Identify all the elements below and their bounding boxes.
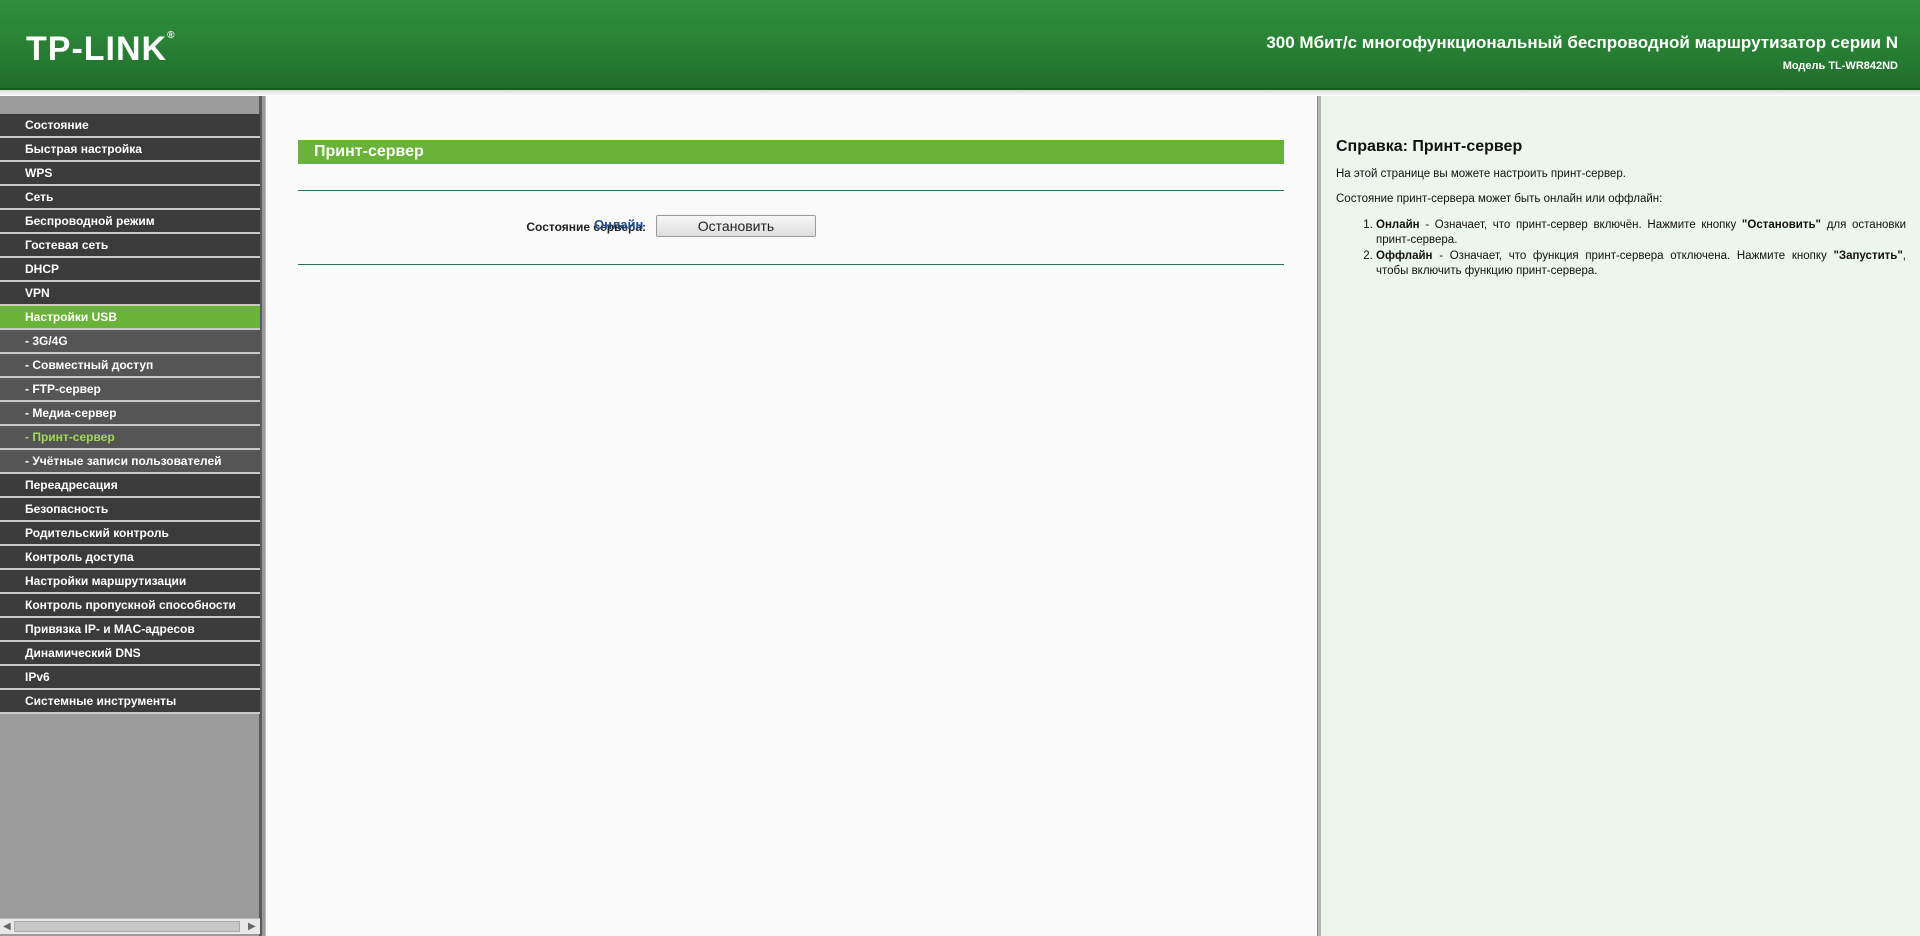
sidebar-item-status[interactable]: Состояние — [0, 114, 260, 138]
help-states-intro: Состояние принт-сервера может быть онлай… — [1336, 193, 1663, 205]
sidebar-item-ip-mac-binding[interactable]: Привязка IP- и MAC-адресов — [0, 618, 260, 642]
help-panel: Справка: Принт-сервер На этой странице в… — [1321, 96, 1920, 936]
sidebar-item-dynamic-dns[interactable]: Динамический DNS — [0, 642, 260, 666]
page-title: Принт-сервер — [298, 140, 1284, 164]
tp-link-logo: TP-LINK® — [26, 30, 175, 69]
sidebar-item-forwarding[interactable]: Переадресация — [0, 474, 260, 498]
server-status-value: Онлайн — [594, 217, 644, 232]
sidebar-item-print-server[interactable]: - Принт-сервер — [0, 426, 260, 450]
sidebar-item-security[interactable]: Безопасность — [0, 498, 260, 522]
top-divider — [298, 190, 1284, 191]
logo-text: TP-LINK — [26, 30, 168, 68]
sidebar: Состояние Быстрая настройка WPS Сеть Бес… — [0, 96, 262, 936]
sidebar-item-system-tools[interactable]: Системные инструменты — [0, 690, 260, 714]
sidebar-item-vpn[interactable]: VPN — [0, 282, 260, 306]
sidebar-item-media-server[interactable]: - Медиа-сервер — [0, 402, 260, 426]
sidebar-item-quick-setup[interactable]: Быстрая настройка — [0, 138, 260, 162]
sidebar-item-wireless[interactable]: Беспроводной режим — [0, 210, 260, 234]
help-offline-text: - Означает, что функция принт-сервера от… — [1432, 250, 1834, 262]
scroll-left-icon[interactable]: ◀ — [3, 921, 11, 932]
help-title: Справка: Принт-сервер — [1336, 138, 1523, 155]
scroll-right-icon[interactable]: ▶ — [248, 921, 256, 932]
sidebar-item-bandwidth-control[interactable]: Контроль пропускной способности — [0, 594, 260, 618]
sidebar-item-sharing[interactable]: - Совместный доступ — [0, 354, 260, 378]
sidebar-item-ftp-server[interactable]: - FTP-сервер — [0, 378, 260, 402]
sidebar-item-routing[interactable]: Настройки маршрутизации — [0, 570, 260, 594]
logo-registered-mark: ® — [167, 30, 176, 41]
sidebar-item-network[interactable]: Сеть — [0, 186, 260, 210]
header-banner: TP-LINK® 300 Мбит/с многофункциональный … — [0, 0, 1920, 90]
bottom-divider — [298, 264, 1284, 265]
help-states-list: Онлайн - Означает, что принт-сервер вклю… — [1376, 218, 1906, 279]
scrollbar-thumb[interactable] — [14, 921, 240, 932]
product-model: Модель TL-WR842ND — [1782, 60, 1898, 72]
help-item-offline: Оффлайн - Означает, что функция принт-се… — [1376, 249, 1906, 279]
sidebar-item-wps[interactable]: WPS — [0, 162, 260, 186]
help-offline-term: Оффлайн — [1376, 250, 1433, 262]
main-content: Принт-сервер Состояние сервера: Онлайн О… — [265, 96, 1317, 936]
help-online-button-ref: "Остановить" — [1741, 219, 1822, 231]
sidebar-item-parental-control[interactable]: Родительский контроль — [0, 522, 260, 546]
help-online-term: Онлайн — [1376, 219, 1420, 231]
sidebar-menu: Состояние Быстрая настройка WPS Сеть Бес… — [0, 114, 260, 714]
product-title: 300 Мбит/с многофункциональный беспровод… — [1266, 33, 1898, 52]
help-offline-button-ref: "Запустить" — [1833, 250, 1903, 262]
help-intro: На этой странице вы можете настроить при… — [1336, 168, 1626, 180]
sidebar-item-3g4g[interactable]: - 3G/4G — [0, 330, 260, 354]
help-item-online: Онлайн - Означает, что принт-сервер вклю… — [1376, 218, 1906, 248]
sidebar-item-user-accounts[interactable]: - Учётные записи пользователей — [0, 450, 260, 474]
sidebar-item-ipv6[interactable]: IPv6 — [0, 666, 260, 690]
sidebar-item-usb-settings[interactable]: Настройки USB — [0, 306, 260, 330]
stop-button[interactable]: Остановить — [656, 215, 816, 237]
help-online-text: - Означает, что принт-сервер включён. На… — [1419, 219, 1742, 231]
sidebar-horizontal-scrollbar[interactable]: ◀ ▶ — [0, 918, 260, 934]
sidebar-item-dhcp[interactable]: DHCP — [0, 258, 260, 282]
sidebar-item-access-control[interactable]: Контроль доступа — [0, 546, 260, 570]
sidebar-item-guest-network[interactable]: Гостевая сеть — [0, 234, 260, 258]
